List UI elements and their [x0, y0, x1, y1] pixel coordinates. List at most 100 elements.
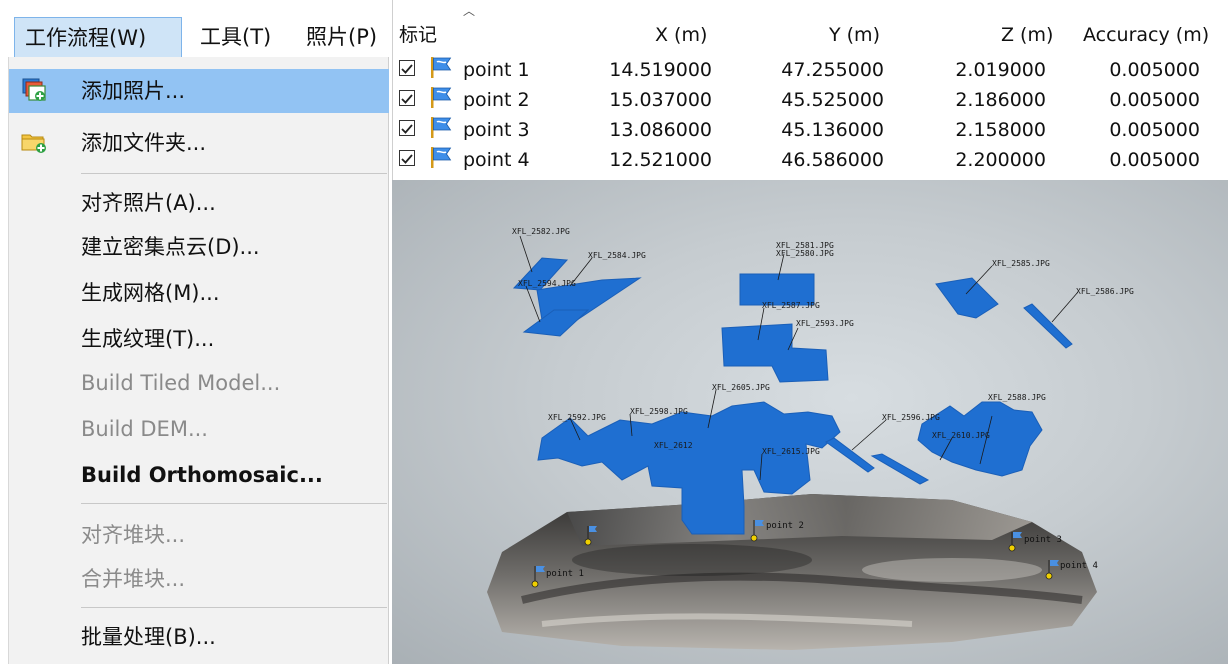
cell-x: 15.037000: [609, 89, 712, 111]
column-header-y[interactable]: Y (m): [829, 22, 880, 48]
checkmark-icon: [401, 154, 413, 164]
cell-x: 14.519000: [609, 59, 712, 81]
marker-label: point 3: [1024, 535, 1062, 545]
menu-item-label: 对齐照片(A)...: [81, 191, 216, 215]
camera-label: XFL_2605.JPG: [712, 383, 770, 392]
menu-item-label: 建立密集点云(D)...: [81, 235, 260, 259]
camera-label: XFL_2593.JPG: [796, 319, 854, 328]
model-scene: XFL_2582.JPG XFL_2584.JPG XFL_2594.JPG X…: [487, 227, 1134, 650]
camera-plane[interactable]: [522, 309, 590, 337]
cell-x: 12.521000: [609, 149, 712, 171]
menu-item-label: 生成纹理(T)...: [81, 327, 215, 351]
row-checkbox[interactable]: [399, 90, 415, 106]
menu-item-build-mesh[interactable]: 生成网格(M)...: [9, 271, 389, 315]
row-checkbox[interactable]: [399, 60, 415, 76]
marker-label: point 4: [1060, 561, 1098, 571]
menu-item-label: 生成网格(M)...: [81, 281, 220, 305]
menu-item-label: Build DEM...: [81, 417, 208, 441]
menu-item-label: 添加文件夹...: [81, 131, 207, 155]
menu-bar: 工作流程(W) 工具(T) 照片(P): [0, 0, 388, 58]
menu-item-label: 合并堆块...: [81, 567, 186, 591]
menu-item-build-dem: Build DEM...: [9, 407, 389, 451]
menu-separator: [81, 503, 387, 504]
cell-y: 45.525000: [781, 89, 884, 111]
camera-label: XFL_2584.JPG: [588, 251, 646, 260]
cell-x: 13.086000: [609, 119, 712, 141]
cell-accuracy: 0.005000: [1109, 149, 1200, 171]
column-header-marker[interactable]: 标记: [399, 22, 437, 48]
cell-z: 2.186000: [955, 89, 1046, 111]
menu-item-add-photos[interactable]: 添加照片...: [9, 69, 389, 113]
cell-z: 2.019000: [955, 59, 1046, 81]
camera-plane[interactable]: [1023, 303, 1073, 349]
camera-label: XFL_2582.JPG: [512, 227, 570, 236]
menu-photos[interactable]: 照片(P): [306, 17, 388, 57]
camera-label: XFL_2592.JPG: [548, 413, 606, 422]
camera-label: XFL_2580.JPG: [776, 249, 834, 258]
add-photos-icon: [22, 78, 46, 101]
camera-plane[interactable]: [870, 453, 930, 485]
camera-plane[interactable]: [825, 437, 875, 473]
cell-y: 47.255000: [781, 59, 884, 81]
menu-item-build-texture[interactable]: 生成纹理(T)...: [9, 317, 389, 361]
menu-workflow[interactable]: 工作流程(W): [14, 17, 182, 57]
marker-label: point 2: [766, 521, 804, 531]
camera-plane[interactable]: [721, 323, 829, 383]
menu-separator: [81, 607, 387, 608]
row-checkbox[interactable]: [399, 120, 415, 136]
cell-accuracy: 0.005000: [1109, 89, 1200, 111]
menu-item-label: 添加照片...: [81, 79, 186, 103]
model-viewport[interactable]: XFL_2582.JPG XFL_2584.JPG XFL_2594.JPG X…: [392, 180, 1228, 664]
cell-z: 2.200000: [955, 149, 1046, 171]
column-header-accuracy[interactable]: Accuracy (m): [1083, 22, 1209, 48]
checkmark-icon: [401, 64, 413, 74]
add-folder-icon: [21, 134, 46, 153]
menu-item-merge-chunks: 合并堆块...: [9, 557, 389, 601]
camera-label: XFL_2615.JPG: [762, 447, 820, 456]
marker-name: point 1: [463, 59, 530, 81]
row-checkbox[interactable]: [399, 150, 415, 166]
camera-label: XFL_2585.JPG: [992, 259, 1050, 268]
marker-label: point 1: [546, 569, 584, 579]
marker-flag-icon: [431, 117, 452, 138]
camera-label: XFL_2612: [654, 441, 693, 450]
menu-item-add-folder[interactable]: 添加文件夹...: [9, 121, 389, 165]
camera-label: XFL_2587.JPG: [762, 301, 820, 310]
menu-separator: [81, 173, 387, 174]
menu-item-label: Build Orthomosaic...: [81, 463, 323, 487]
checkmark-icon: [401, 124, 413, 134]
cell-y: 46.586000: [781, 149, 884, 171]
sort-caret-icon[interactable]: ︿: [463, 2, 475, 19]
markers-table: ︿ 标记 X (m) Y (m) Z (m) Accuracy (m) poin…: [392, 0, 1228, 180]
camera-label: XFL_2586.JPG: [1076, 287, 1134, 296]
marker-flag-icon: [431, 57, 452, 78]
marker-flag-icon: [431, 87, 452, 108]
menu-item-build-orthomosaic[interactable]: Build Orthomosaic...: [9, 453, 389, 497]
menu-item-align-chunks: 对齐堆块...: [9, 513, 389, 557]
cell-z: 2.158000: [955, 119, 1046, 141]
camera-label: XFL_2598.JPG: [630, 407, 688, 416]
marker-name: point 2: [463, 89, 530, 111]
column-header-z[interactable]: Z (m): [1001, 22, 1053, 48]
marker-name: point 3: [463, 119, 530, 141]
menu-item-label: Build Tiled Model...: [81, 371, 281, 395]
cell-accuracy: 0.005000: [1109, 59, 1200, 81]
camera-plane[interactable]: [935, 277, 999, 319]
workflow-dropdown: 添加照片... 添加文件夹... 对齐照片(A)... 建立密集点云(D)...…: [8, 57, 389, 664]
menu-tools[interactable]: 工具(T): [196, 17, 288, 57]
camera-label: XFL_2588.JPG: [988, 393, 1046, 402]
menu-item-label: 对齐堆块...: [81, 523, 186, 547]
menu-item-build-tiled-model: Build Tiled Model...: [9, 361, 389, 405]
menu-item-batch-process[interactable]: 批量处理(B)...: [9, 615, 389, 659]
marker-name: point 4: [463, 149, 530, 171]
menu-item-label: 批量处理(B)...: [81, 625, 216, 649]
cell-y: 45.136000: [781, 119, 884, 141]
column-header-x[interactable]: X (m): [655, 22, 707, 48]
menu-item-align-photos[interactable]: 对齐照片(A)...: [9, 181, 389, 225]
checkmark-icon: [401, 94, 413, 104]
camera-label: XFL_2594.JPG: [518, 279, 576, 288]
marker-flag-icon: [431, 147, 452, 168]
camera-label: XFL_2610.JPG: [932, 431, 990, 440]
menu-item-build-dense-cloud[interactable]: 建立密集点云(D)...: [9, 225, 389, 269]
cell-accuracy: 0.005000: [1109, 119, 1200, 141]
